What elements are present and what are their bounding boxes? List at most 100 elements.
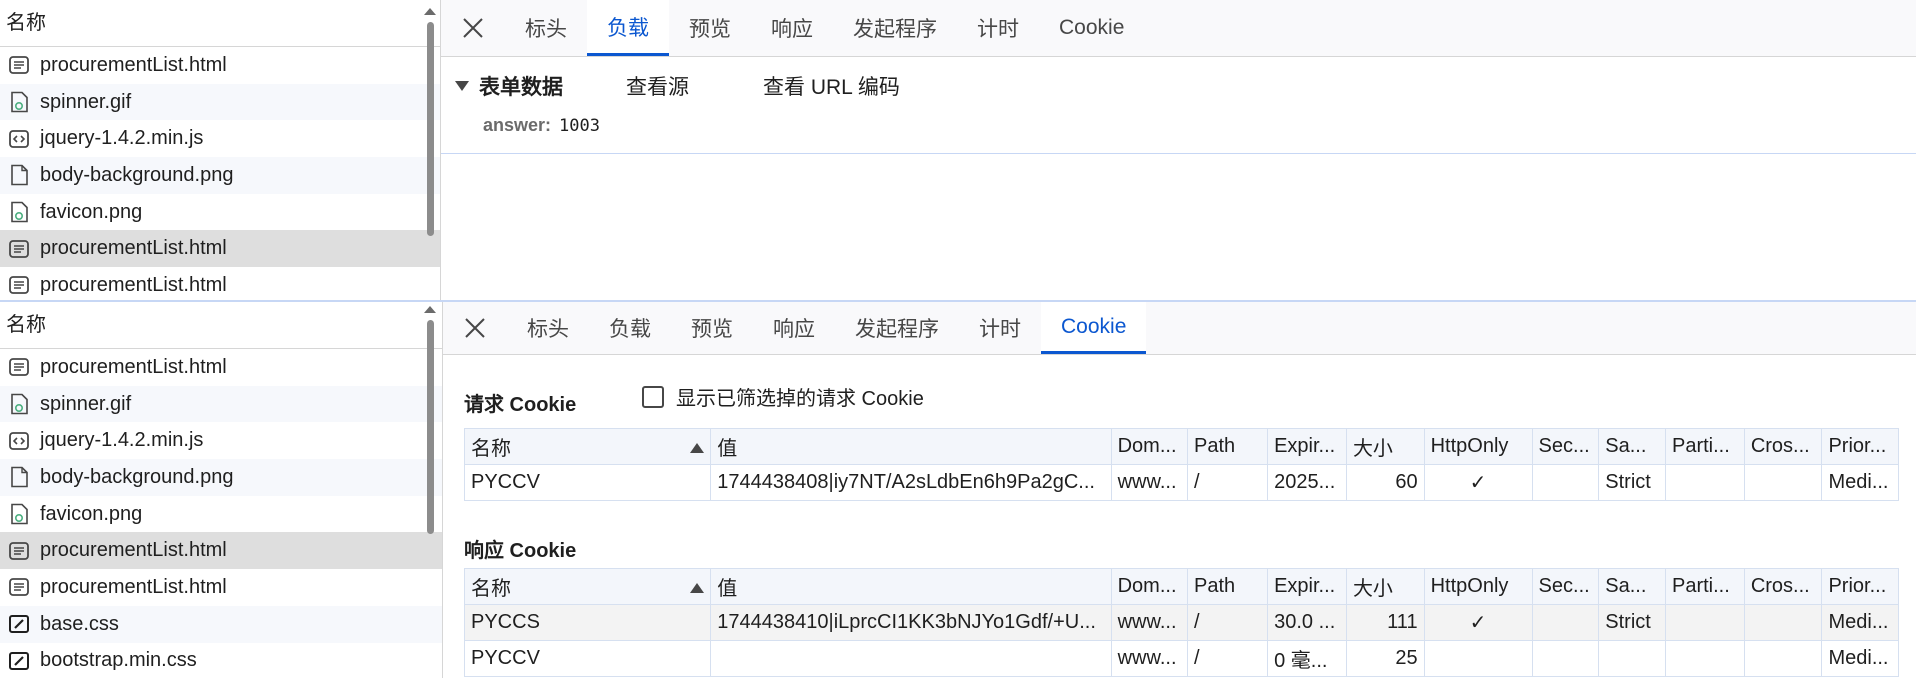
- column-header[interactable]: Path: [1187, 568, 1269, 605]
- request-list-item[interactable]: jquery-1.4.2.min.js: [0, 422, 442, 459]
- request-list-item[interactable]: base.css: [0, 605, 442, 643]
- request-list-scrollbar[interactable]: [427, 22, 434, 236]
- column-header[interactable]: 值: [710, 568, 1112, 605]
- column-header[interactable]: Sec...: [1531, 568, 1600, 605]
- request-list-header[interactable]: 名称: [0, 302, 442, 349]
- column-header[interactable]: Prior...: [1821, 428, 1899, 465]
- show-filtered-checkbox[interactable]: [642, 385, 664, 408]
- show-filtered-cookies-toggle[interactable]: 显示已筛选掉的请求 Cookie: [642, 382, 924, 411]
- request-list-header[interactable]: 名称: [0, 0, 440, 47]
- column-header[interactable]: 值: [710, 428, 1112, 465]
- request-list-item[interactable]: favicon.png: [0, 194, 440, 231]
- request-name: body-background.png: [40, 163, 234, 186]
- column-header[interactable]: Sec...: [1531, 428, 1600, 465]
- column-header[interactable]: 名称: [463, 428, 712, 465]
- request-list-item[interactable]: body-background.png: [0, 459, 442, 496]
- request-list-item[interactable]: body-background.png: [0, 157, 440, 194]
- tab-cookies[interactable]: Cookie: [1039, 0, 1144, 56]
- tab-initiator[interactable]: 发起程序: [835, 302, 959, 354]
- cookie-row[interactable]: PYCCV 1744438408|iy7NT/A2sLdbEn6h9Pa2gC..…: [463, 464, 1899, 501]
- tab-timing[interactable]: 计时: [957, 0, 1039, 56]
- request-name: procurementList.html: [40, 355, 227, 378]
- tab-cookies[interactable]: Cookie: [1041, 302, 1147, 354]
- details-tabbar: 标头 负载 预览 响应 发起程序 计时 Cookie: [443, 302, 1916, 355]
- request-name: spinner.gif: [40, 392, 132, 415]
- view-source-link[interactable]: 查看源: [626, 71, 689, 101]
- request-list-item[interactable]: jquery-1.4.2.min.js: [0, 120, 440, 157]
- request-list-item[interactable]: procurementList.html: [0, 230, 440, 268]
- request-cookies-title: 请求 Cookie: [464, 394, 577, 416]
- response-cookies-title: 响应 Cookie: [464, 540, 577, 562]
- expand-triangle-icon: [455, 81, 469, 91]
- scroll-up-arrow[interactable]: [424, 8, 436, 15]
- cookie-cell: [1531, 640, 1600, 677]
- form-data-toggle[interactable]: 表单数据: [455, 71, 563, 101]
- request-name: favicon.png: [40, 200, 143, 223]
- request-name: procurementList.html: [40, 53, 227, 76]
- tab-timing[interactable]: 计时: [959, 302, 1041, 354]
- request-list-scrollbar[interactable]: [427, 320, 434, 534]
- column-header-label: Expir...: [1274, 575, 1336, 597]
- request-list-item[interactable]: procurementList.html: [0, 349, 442, 386]
- file-icon: [8, 466, 30, 488]
- request-name: procurementList.html: [40, 539, 227, 562]
- tab-preview[interactable]: 预览: [669, 0, 751, 56]
- cookie-cell: 60: [1345, 464, 1425, 501]
- document-icon: [8, 576, 30, 598]
- cookie-table-header: 名称 值 Dom... Path Expir... 大小 HttpOnly Sec... Sa.…: [463, 568, 1899, 605]
- cookie-cell: [1743, 464, 1823, 501]
- column-header[interactable]: Expir...: [1267, 568, 1347, 605]
- column-header[interactable]: Dom...: [1110, 568, 1189, 605]
- tab-headers[interactable]: 标头: [507, 302, 589, 354]
- request-list-item[interactable]: procurementList.html: [0, 267, 440, 302]
- request-list-item[interactable]: spinner.gif: [0, 83, 440, 121]
- column-header[interactable]: 大小: [1345, 568, 1425, 605]
- cookie-row[interactable]: PYCCS 1744438410|iLprcCI1KK3bNJYo1Gdf/+U.…: [463, 604, 1899, 641]
- cookie-cell: www...: [1110, 640, 1189, 677]
- column-header[interactable]: Dom...: [1110, 428, 1189, 465]
- scroll-up-arrow[interactable]: [424, 306, 436, 313]
- request-list-item[interactable]: procurementList.html: [0, 569, 442, 606]
- column-header-label: Prior...: [1828, 435, 1887, 457]
- close-details-button[interactable]: [441, 0, 505, 56]
- tab-payload[interactable]: 负载: [589, 302, 671, 354]
- column-header-label: Path: [1194, 435, 1236, 457]
- column-header[interactable]: Path: [1187, 428, 1269, 465]
- cookie-cell: /: [1187, 604, 1269, 641]
- tab-payload[interactable]: 负载: [587, 0, 669, 56]
- tab-headers[interactable]: 标头: [505, 0, 587, 56]
- column-header[interactable]: Sa...: [1598, 568, 1666, 605]
- request-name: procurementList.html: [40, 273, 227, 296]
- close-details-button[interactable]: [443, 302, 507, 354]
- cookie-cell: [1531, 464, 1600, 501]
- cookie-row[interactable]: PYCCV www.../0 毫... 25 Medi...: [463, 640, 1899, 677]
- stylesheet-icon: [8, 650, 30, 672]
- column-header[interactable]: 名称: [463, 568, 712, 605]
- column-header[interactable]: 大小: [1345, 428, 1425, 465]
- tab-response[interactable]: 响应: [751, 0, 833, 56]
- request-list-item[interactable]: bootstrap.min.css: [0, 643, 442, 678]
- request-list-item[interactable]: spinner.gif: [0, 385, 442, 423]
- tab-preview[interactable]: 预览: [671, 302, 753, 354]
- column-header[interactable]: Prior...: [1821, 568, 1899, 605]
- sort-ascending-icon: [690, 443, 705, 453]
- column-header[interactable]: Parti...: [1664, 568, 1745, 605]
- view-url-encoded-link[interactable]: 查看 URL 编码: [763, 71, 900, 101]
- column-header[interactable]: Cros...: [1743, 428, 1823, 465]
- column-header[interactable]: Expir...: [1267, 428, 1347, 465]
- cookie-cell: Strict: [1598, 464, 1666, 501]
- document-icon: [8, 54, 30, 76]
- request-list-item[interactable]: procurementList.html: [0, 532, 442, 570]
- request-list-item[interactable]: favicon.png: [0, 496, 442, 533]
- column-header[interactable]: HttpOnly: [1423, 428, 1533, 465]
- column-header[interactable]: Parti...: [1664, 428, 1745, 465]
- column-header[interactable]: HttpOnly: [1423, 568, 1533, 605]
- column-header-label: 值: [717, 578, 738, 600]
- cookie-cell: www...: [1110, 464, 1189, 501]
- column-header[interactable]: Sa...: [1598, 428, 1666, 465]
- request-list: 名称 procurementList.html spinner.gif jquery…: [0, 302, 443, 678]
- tab-response[interactable]: 响应: [753, 302, 835, 354]
- column-header[interactable]: Cros...: [1743, 568, 1823, 605]
- request-list-item[interactable]: procurementList.html: [0, 47, 440, 84]
- tab-initiator[interactable]: 发起程序: [833, 0, 957, 56]
